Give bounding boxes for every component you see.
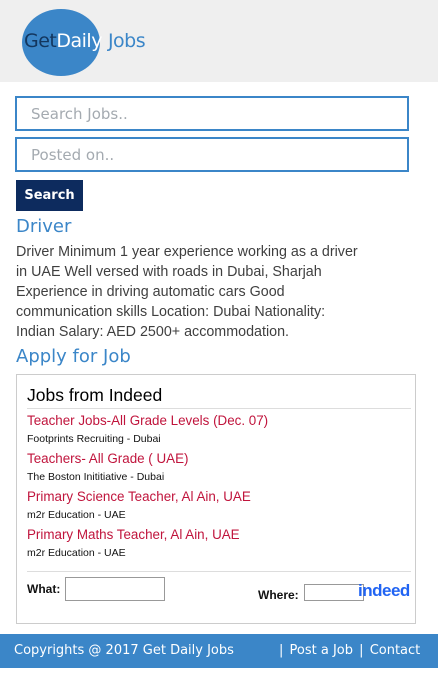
indeed-job-source: Footprints Recruiting - Dubai bbox=[27, 433, 161, 445]
widget-divider bbox=[27, 408, 411, 409]
search-jobs-input[interactable] bbox=[15, 96, 409, 131]
job-title: Driver bbox=[16, 216, 72, 237]
posted-on-input[interactable] bbox=[15, 137, 409, 172]
widget-title: Jobs from Indeed bbox=[27, 385, 163, 405]
where-input[interactable] bbox=[304, 584, 364, 601]
post-a-job-link[interactable]: Post a Job bbox=[290, 643, 353, 658]
indeed-job-link[interactable]: Primary Science Teacher, Al Ain, UAE bbox=[27, 487, 411, 507]
footer-separator: | bbox=[359, 643, 364, 658]
indeed-job-source: m2r Education - UAE bbox=[27, 509, 126, 521]
indeed-job-source: The Boston Inititiative - Dubai bbox=[27, 471, 165, 483]
what-input[interactable] bbox=[65, 577, 165, 601]
contact-link[interactable]: Contact bbox=[370, 643, 421, 658]
footer-separator: | bbox=[279, 643, 284, 658]
site-header: GetDaily Jobs bbox=[0, 0, 438, 82]
copyright-text: Copyrights @ 2017 Get Daily Jobs bbox=[14, 643, 234, 658]
list-item: Teacher Jobs-All Grade Levels (Dec. 07) … bbox=[27, 411, 411, 449]
indeed-job-source: m2r Education - UAE bbox=[27, 547, 126, 559]
list-item: Teachers- All Grade ( UAE) The Boston In… bbox=[27, 449, 411, 487]
widget-divider bbox=[27, 571, 411, 572]
indeed-job-list: Teacher Jobs-All Grade Levels (Dec. 07) … bbox=[27, 411, 411, 563]
job-description: Driver Minimum 1 year experience working… bbox=[16, 244, 358, 340]
indeed-job-link[interactable]: Teacher Jobs-All Grade Levels (Dec. 07) bbox=[27, 411, 411, 431]
logo-daily-text: Daily bbox=[56, 30, 102, 52]
site-logo[interactable]: GetDaily Jobs bbox=[24, 30, 146, 52]
indeed-job-link[interactable]: Primary Maths Teacher, Al Ain, UAE bbox=[27, 525, 411, 545]
indeed-jobs-widget: Jobs from Indeed Teacher Jobs-All Grade … bbox=[16, 374, 416, 624]
list-item: Primary Maths Teacher, Al Ain, UAE m2r E… bbox=[27, 525, 411, 563]
what-label: What: bbox=[27, 582, 61, 596]
logo-get-text: Get bbox=[24, 30, 57, 52]
apply-for-job-link[interactable]: Apply for Job bbox=[16, 346, 131, 367]
where-label: Where: bbox=[258, 588, 299, 602]
list-item: Primary Science Teacher, Al Ain, UAE m2r… bbox=[27, 487, 411, 525]
site-footer: Copyrights @ 2017 Get Daily Jobs | Post … bbox=[0, 634, 438, 668]
indeed-job-link[interactable]: Teachers- All Grade ( UAE) bbox=[27, 449, 411, 469]
logo-jobs-text: Jobs bbox=[107, 30, 146, 52]
indeed-logo[interactable]: indeed bbox=[358, 581, 410, 601]
search-button[interactable]: Search bbox=[16, 180, 83, 211]
footer-links: | Post a Job | Contact bbox=[277, 643, 420, 658]
